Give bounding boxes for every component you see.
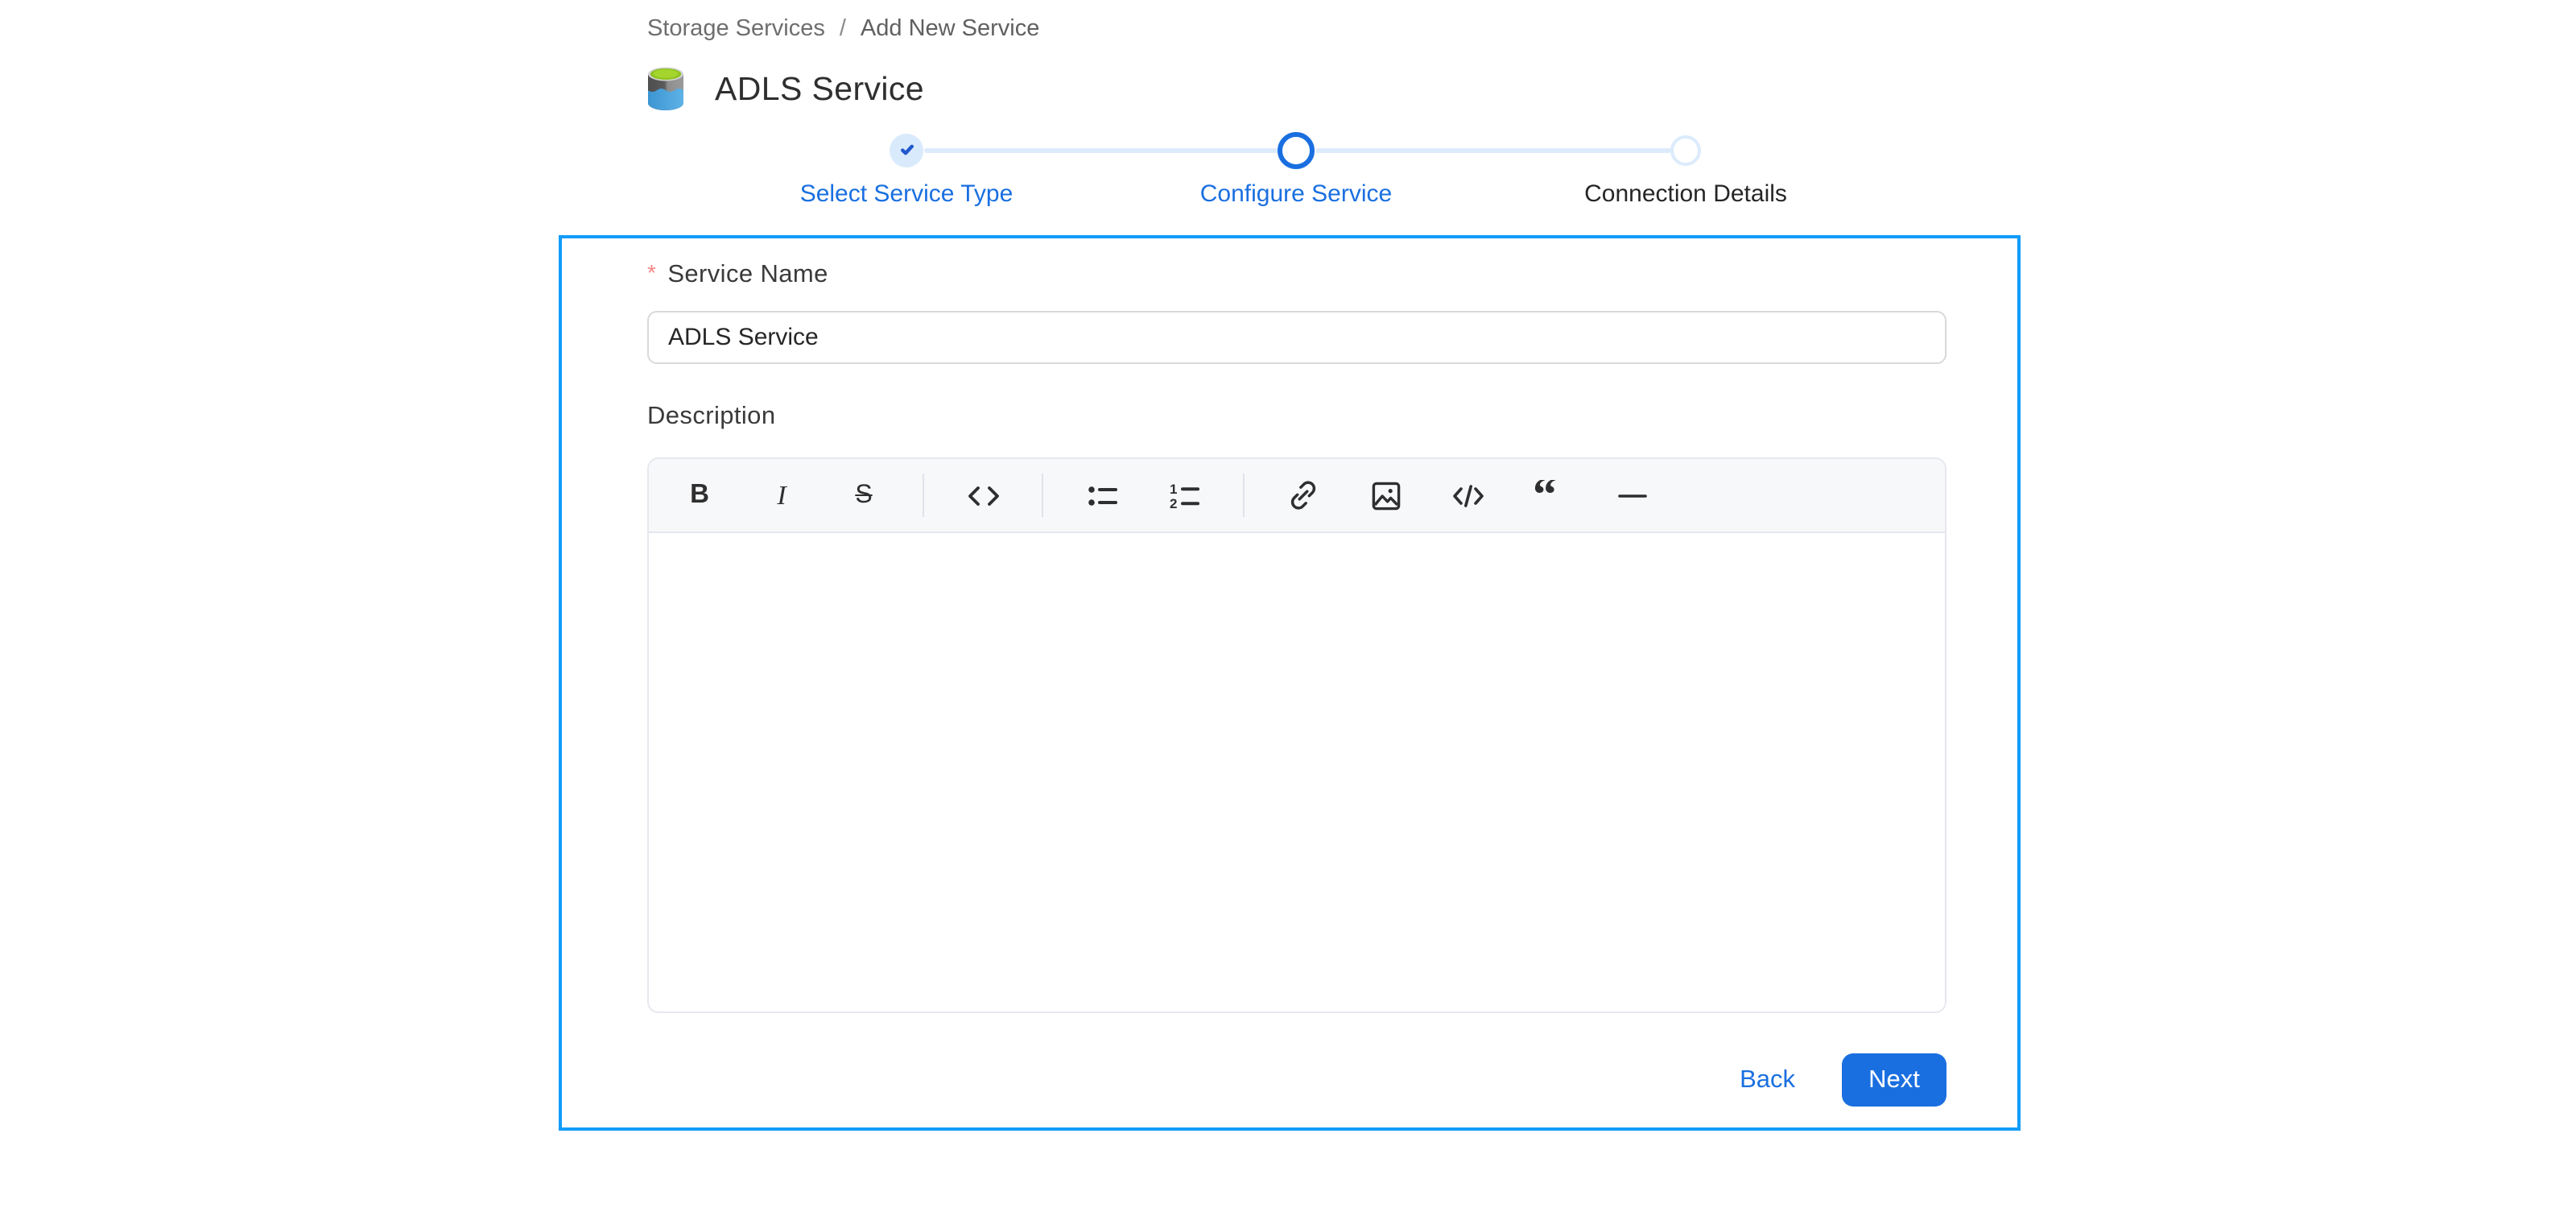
inline-code-icon[interactable]	[951, 470, 1015, 521]
next-button[interactable]: Next	[1842, 1053, 1946, 1107]
svg-text:1: 1	[1169, 481, 1176, 496]
italic-glyph: I	[777, 479, 786, 511]
service-name-label: * Service Name	[647, 261, 828, 290]
svg-text:“: “	[1532, 479, 1556, 511]
code-block-icon[interactable]	[1435, 470, 1500, 521]
strikethrough-glyph: S	[855, 481, 872, 510]
stepper-connector	[924, 147, 1278, 152]
svg-text:2: 2	[1169, 495, 1176, 511]
step-active-indicator	[1278, 131, 1315, 168]
description-rich-text-editor: B I S	[647, 457, 1946, 1013]
description-editor-body[interactable]	[649, 533, 1945, 1013]
page-title: ADLS Service	[715, 70, 924, 109]
form-actions: Back Next	[1740, 1053, 1946, 1107]
breadcrumb: Storage Services / Add New Service	[647, 16, 1039, 42]
italic-icon[interactable]: I	[749, 470, 814, 521]
bulleted-list-icon[interactable]	[1070, 470, 1134, 521]
editor-toolbar: B I S	[649, 459, 1945, 533]
stepper-connector	[1315, 147, 1671, 152]
required-asterisk: *	[647, 259, 656, 285]
back-button[interactable]: Back	[1740, 1065, 1795, 1094]
strikethrough-icon[interactable]: S	[832, 470, 896, 521]
step-label: Connection Details	[1509, 180, 1863, 208]
wizard-stepper: Select Service Type Configure Service Co…	[0, 126, 2576, 225]
numbered-list-icon[interactable]: 1 2	[1152, 470, 1216, 521]
breadcrumb-separator: /	[840, 16, 846, 42]
check-icon	[897, 140, 916, 159]
breadcrumb-storage-services[interactable]: Storage Services	[647, 16, 825, 42]
adls-service-icon	[644, 66, 687, 113]
step-label: Select Service Type	[729, 180, 1084, 208]
toolbar-divider	[923, 474, 924, 517]
bold-icon[interactable]: B	[667, 470, 732, 521]
service-name-input[interactable]	[647, 311, 1946, 364]
image-icon[interactable]	[1353, 470, 1418, 521]
description-label: Description	[647, 403, 775, 432]
toolbar-divider	[1243, 474, 1245, 517]
service-name-label-text: Service Name	[667, 261, 828, 288]
horizontal-rule-icon[interactable]	[1600, 470, 1664, 521]
breadcrumb-add-new-service: Add New Service	[861, 16, 1039, 42]
toolbar-divider	[1042, 474, 1043, 517]
configure-service-card: * Service Name Description B I S	[559, 235, 2021, 1131]
step-pending-indicator	[1670, 134, 1701, 165]
step-completed-indicator	[890, 133, 923, 167]
bold-glyph: B	[690, 480, 709, 511]
link-icon[interactable]	[1271, 470, 1335, 521]
add-new-service-page: Storage Services / Add New Service	[0, 0, 2576, 1208]
step-label: Configure Service	[1119, 180, 1473, 208]
blockquote-icon[interactable]: “	[1517, 470, 1582, 521]
page-header: ADLS Service	[644, 66, 924, 113]
